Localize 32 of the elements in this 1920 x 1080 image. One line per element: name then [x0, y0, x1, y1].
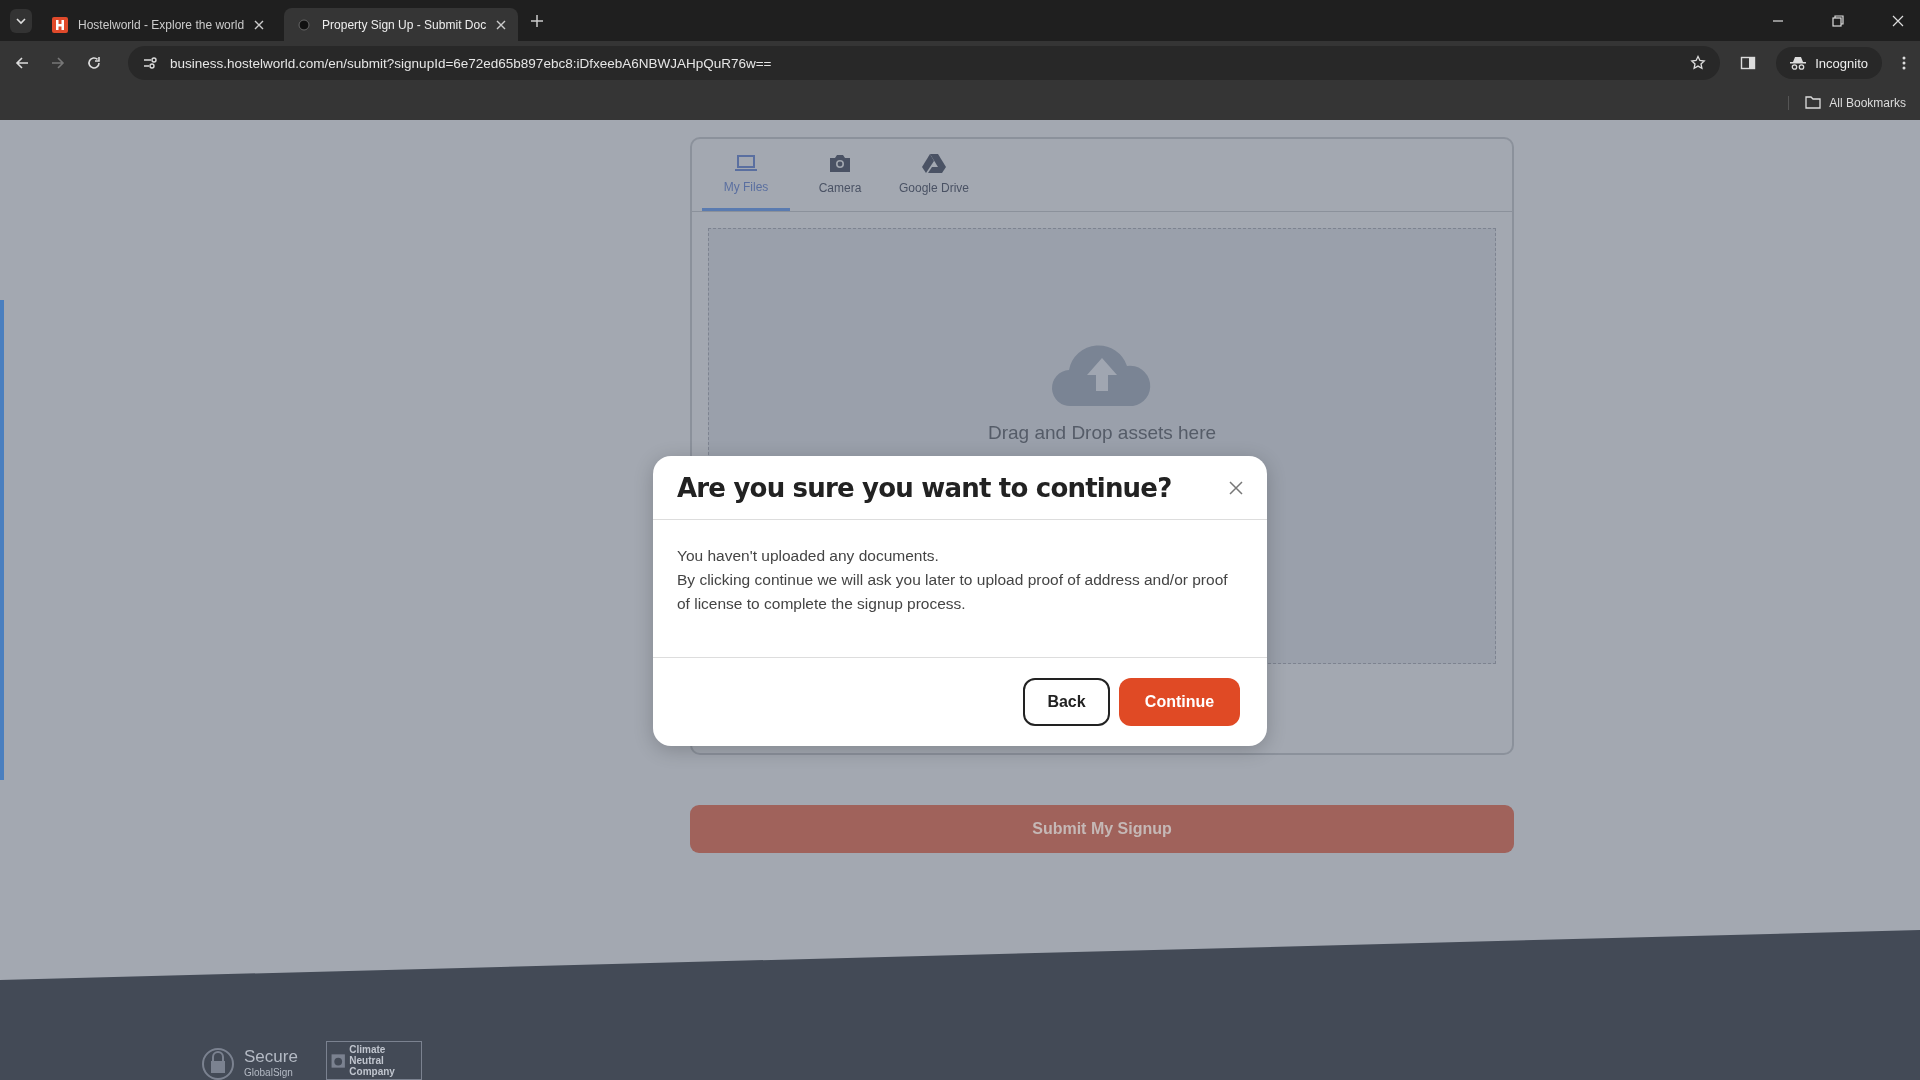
folder-icon [1805, 96, 1822, 109]
loading-dot-icon [296, 16, 313, 33]
drop-hint: Drag and Drop assets here [987, 422, 1217, 444]
site-favicon-icon [52, 16, 68, 33]
all-bookmarks-button[interactable]: All Bookmarks [1788, 95, 1906, 110]
camera-icon [828, 152, 852, 173]
laptop-icon [735, 153, 757, 172]
forward-arrow-icon[interactable] [50, 55, 66, 71]
tab-title: Hostelworld - Explore the world [78, 17, 245, 32]
continue-button[interactable]: Continue [1119, 678, 1240, 726]
incognito-icon [1790, 56, 1807, 70]
address-bar[interactable]: business.hostelworld.com/en/submit?signupId=6e72ed65b897ebc8:iDfxeebA6NBWJAHpQuR76w== [128, 46, 1721, 80]
browser-tab[interactable]: Hostelworld - Explore the world [40, 8, 277, 41]
tab-list-button[interactable] [10, 8, 32, 33]
side-panel-icon[interactable] [1740, 55, 1757, 71]
new-tab-icon[interactable] [530, 13, 545, 28]
back-button[interactable]: Back [1023, 678, 1110, 726]
badge-title: Secure [244, 1046, 298, 1067]
close-icon[interactable] [254, 19, 265, 30]
browser-tab[interactable]: Property Sign Up - Submit Doc [284, 8, 519, 41]
reload-icon[interactable] [86, 55, 102, 71]
badge-subtitle: GlobalSign [244, 1066, 294, 1078]
badge-text: Climate Neutral Company [349, 1044, 396, 1077]
back-arrow-icon[interactable] [14, 55, 30, 71]
bookmark-star-icon[interactable] [1690, 55, 1707, 71]
triangle-logo-icon [922, 152, 946, 173]
close-icon[interactable] [496, 19, 507, 30]
menu-icon[interactable] [1902, 55, 1906, 71]
restore-icon[interactable] [1832, 14, 1844, 27]
incognito-button[interactable]: Incognito [1776, 47, 1882, 79]
tab-title: Property Sign Up - Submit Doc [322, 17, 487, 32]
site-settings-icon[interactable] [142, 55, 158, 71]
